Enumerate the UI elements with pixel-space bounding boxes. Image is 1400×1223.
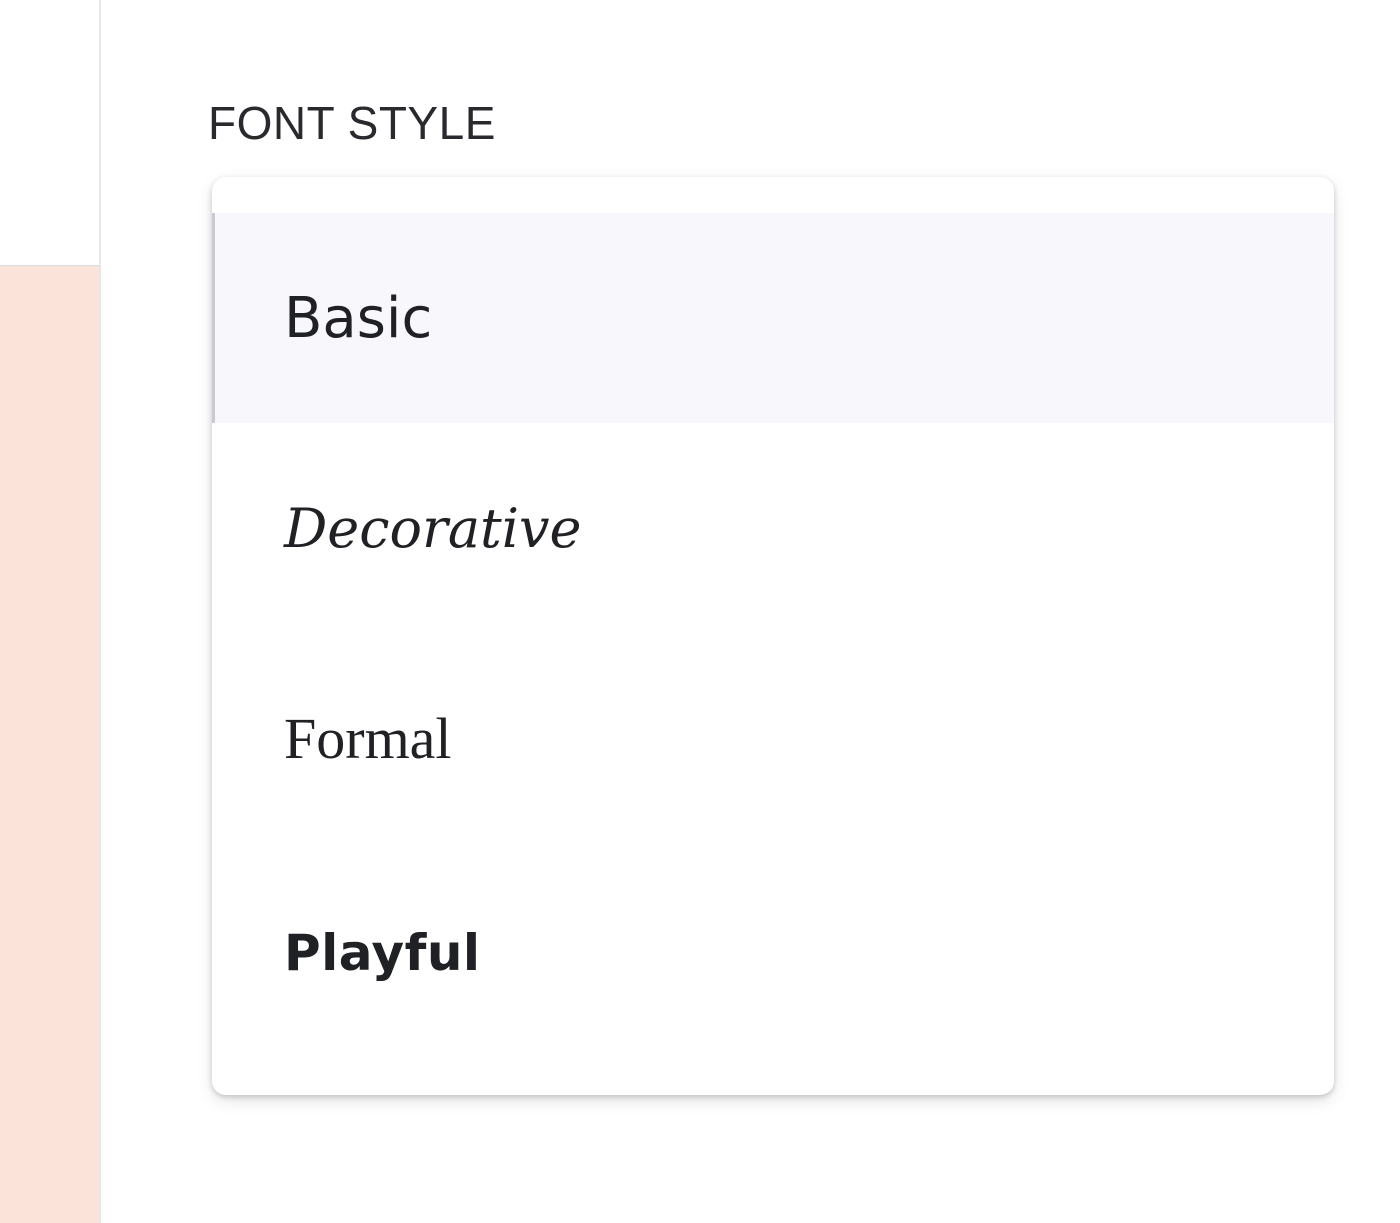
font-option-playful[interactable]: Playful [212,848,1334,1058]
font-option-formal-label: Formal [284,705,452,771]
left-panel [0,0,100,1223]
panel-divider [99,0,101,1223]
left-panel-top [0,0,100,266]
font-option-basic-label: Basic [284,285,433,351]
font-style-dropdown-menu: Basic Decorative Formal Playful [212,177,1334,1095]
font-option-playful-label: Playful [284,924,481,982]
left-panel-preview [0,266,100,1223]
font-option-formal[interactable]: Formal [212,633,1334,843]
page: FONT STYLE Basic Decorative Formal Playf… [0,0,1400,1223]
font-option-basic[interactable]: Basic [212,213,1334,423]
font-style-label: FONT STYLE [208,97,496,149]
font-option-decorative-label: Decorative [284,496,582,560]
font-option-decorative[interactable]: Decorative [212,423,1334,633]
